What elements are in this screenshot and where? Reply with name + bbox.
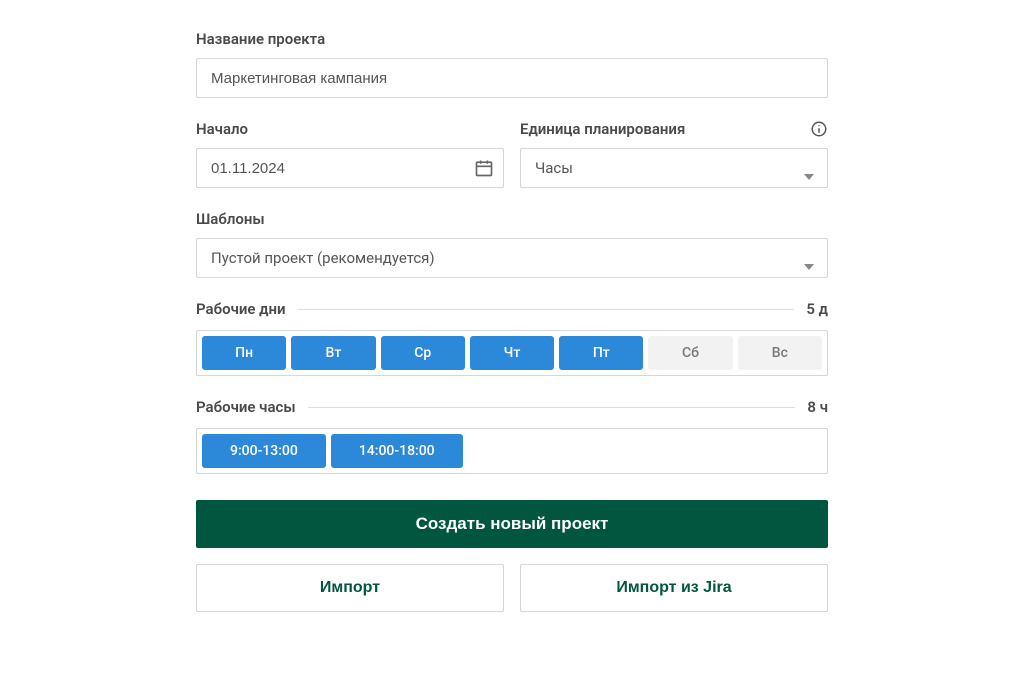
working-days-label: Рабочие дни xyxy=(196,300,286,318)
day-toggle-1[interactable]: Вт xyxy=(291,336,375,370)
working-hours-label: Рабочие часы xyxy=(196,398,296,416)
working-days-group: Рабочие дни 5 д ПнВтСрЧтПтСбВс xyxy=(196,300,828,376)
working-hours-summary: 8 ч xyxy=(807,398,828,416)
project-name-input[interactable] xyxy=(196,58,828,98)
chevron-down-icon xyxy=(804,165,814,171)
templates-group: Шаблоны Пустой проект (рекомендуется) xyxy=(196,210,828,278)
day-toggle-5[interactable]: Сб xyxy=(648,336,732,370)
working-hours-group: Рабочие часы 8 ч 9:00-13:0014:00-18:00 xyxy=(196,398,828,474)
chevron-down-icon xyxy=(804,255,814,261)
day-toggle-6[interactable]: Вс xyxy=(738,336,822,370)
day-toggle-0[interactable]: Пн xyxy=(202,336,286,370)
divider xyxy=(308,407,796,408)
templates-label: Шаблоны xyxy=(196,210,828,228)
working-days-container: ПнВтСрЧтПтСбВс xyxy=(196,330,828,376)
hour-range-1[interactable]: 14:00-18:00 xyxy=(331,434,463,468)
project-name-group: Название проекта xyxy=(196,30,828,98)
info-icon[interactable] xyxy=(810,120,828,138)
project-form: Название проекта Начало Единица плани xyxy=(196,0,828,612)
import-jira-button[interactable]: Импорт из Jira xyxy=(520,564,828,612)
planning-unit-value: Часы xyxy=(535,159,573,177)
planning-unit-label: Единица планирования xyxy=(520,120,685,138)
day-toggle-3[interactable]: Чт xyxy=(470,336,554,370)
day-toggle-4[interactable]: Пт xyxy=(559,336,643,370)
start-date-group: Начало xyxy=(196,120,504,188)
templates-select[interactable]: Пустой проект (рекомендуется) xyxy=(196,238,828,278)
templates-value: Пустой проект (рекомендуется) xyxy=(211,249,435,267)
start-date-label: Начало xyxy=(196,120,504,138)
import-button[interactable]: Импорт xyxy=(196,564,504,612)
calendar-icon[interactable] xyxy=(474,158,494,178)
hour-range-0[interactable]: 9:00-13:00 xyxy=(202,434,326,468)
divider xyxy=(298,309,795,310)
planning-unit-group: Единица планирования Часы xyxy=(520,120,828,188)
create-project-button[interactable]: Создать новый проект xyxy=(196,500,828,548)
project-name-label: Название проекта xyxy=(196,30,828,48)
day-toggle-2[interactable]: Ср xyxy=(381,336,465,370)
working-hours-container: 9:00-13:0014:00-18:00 xyxy=(196,428,828,474)
working-days-summary: 5 д xyxy=(806,300,828,318)
start-date-input[interactable] xyxy=(196,148,504,188)
planning-unit-select[interactable]: Часы xyxy=(520,148,828,188)
